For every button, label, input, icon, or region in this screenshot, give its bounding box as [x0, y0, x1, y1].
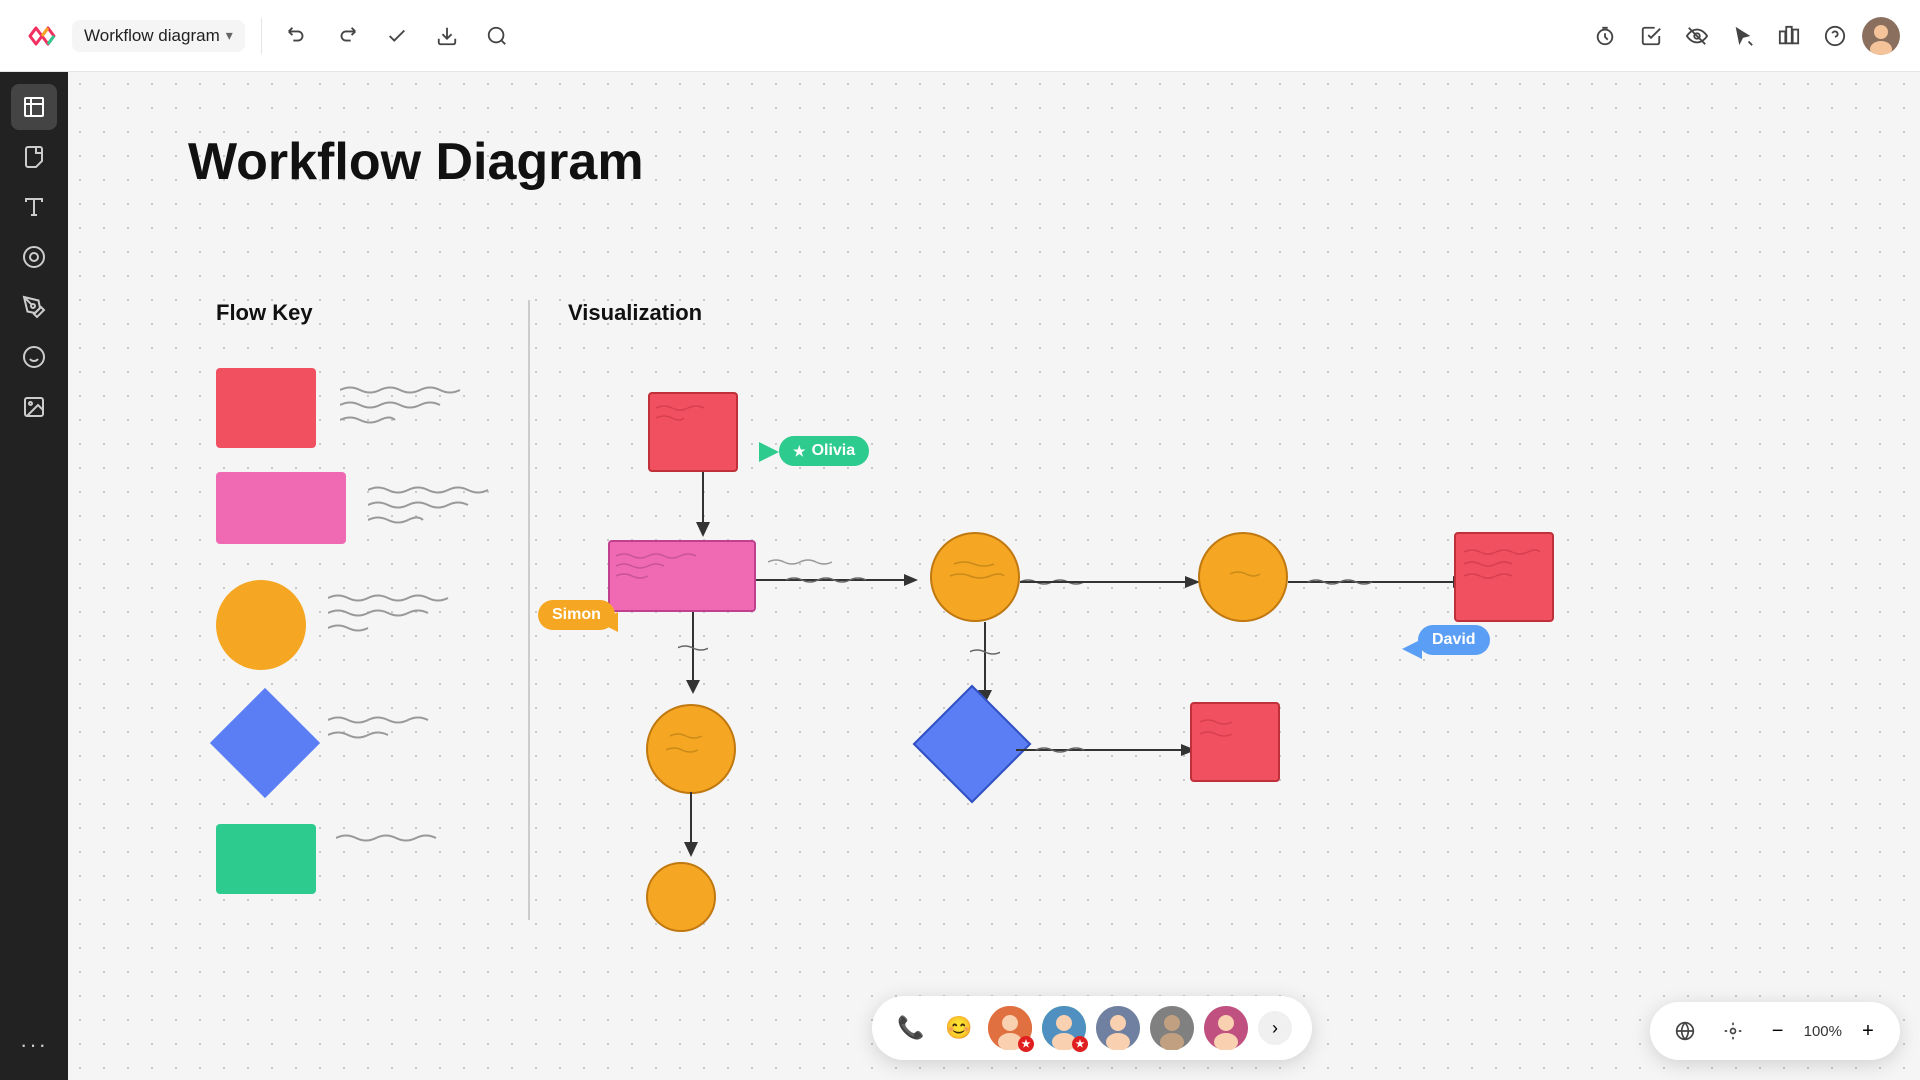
viz-node-6-circle-bottom[interactable]	[646, 704, 736, 794]
help-button[interactable]	[1816, 17, 1854, 55]
flow-key-heading: Flow Key	[216, 300, 313, 326]
sidebar-item-pen[interactable]	[11, 284, 57, 330]
user-avatar[interactable]	[1862, 17, 1900, 55]
toolbar-divider	[261, 18, 262, 54]
sidebar: ···	[0, 72, 68, 1080]
arrow-down-2	[678, 612, 708, 702]
viz-node-1-red[interactable]	[648, 392, 738, 472]
avatar-2-badge: ★	[1072, 1036, 1088, 1052]
david-cursor-label: David	[1418, 625, 1490, 655]
view-button[interactable]	[1678, 17, 1716, 55]
flow-key-diamond-squiggle	[328, 710, 488, 750]
viz-node-9-bottom-circle[interactable]	[646, 862, 716, 932]
undo-button[interactable]	[278, 17, 316, 55]
sidebar-item-more[interactable]: ···	[11, 1022, 57, 1068]
simon-cursor-label: Simon	[538, 600, 615, 630]
location-button[interactable]	[1714, 1012, 1752, 1050]
visualization-heading: Visualization	[568, 300, 702, 326]
arrow-right-1	[756, 570, 936, 590]
arrow-right-4	[1016, 740, 1216, 760]
canvas: Workflow Diagram Flow Key Visualization	[68, 72, 1920, 1080]
download-button[interactable]	[428, 17, 466, 55]
save-button[interactable]	[378, 17, 416, 55]
toolbar-right	[1586, 17, 1900, 55]
david-name: David	[1432, 631, 1476, 649]
timer-button[interactable]	[1586, 17, 1624, 55]
avatar-1-badge: ★	[1018, 1036, 1034, 1052]
diagram-title: Workflow diagram	[84, 26, 220, 46]
arrow-down-4	[676, 792, 706, 862]
zoom-in-button[interactable]: +	[1852, 1015, 1884, 1047]
avatar-3[interactable]	[1096, 1006, 1140, 1050]
zoom-level: 100%	[1804, 1023, 1842, 1040]
viz-node-4-circle2[interactable]	[1198, 532, 1288, 622]
show-more-button[interactable]: ›	[1258, 1011, 1292, 1045]
section-divider	[528, 300, 530, 920]
grid-button[interactable]	[1666, 1012, 1704, 1050]
flow-key-red-squiggle	[340, 380, 500, 430]
viz-node-3-circle1[interactable]	[930, 532, 1020, 622]
olivia-cursor-label: ★ Olivia	[779, 436, 869, 466]
search-button[interactable]	[478, 17, 516, 55]
check-button[interactable]	[1632, 17, 1670, 55]
sidebar-item-stickers[interactable]	[11, 334, 57, 380]
chevron-down-icon: ▾	[226, 27, 233, 44]
app-logo[interactable]	[20, 16, 60, 56]
flow-key-green-rect	[216, 824, 316, 894]
apps-button[interactable]	[1770, 17, 1808, 55]
simon-name: Simon	[552, 606, 601, 624]
cursor-button[interactable]	[1724, 17, 1762, 55]
title-group[interactable]: Workflow diagram ▾	[72, 20, 245, 52]
viz-node-7-diamond[interactable]	[913, 685, 1032, 804]
olivia-name: Olivia	[812, 442, 856, 460]
avatar-2[interactable]: ★	[1042, 1006, 1086, 1050]
flow-key-green-squiggle	[336, 828, 496, 878]
emoji-button[interactable]: 😊	[940, 1009, 978, 1047]
flow-key-red-rect	[216, 368, 316, 448]
toolbar: Workflow diagram ▾	[0, 0, 1920, 72]
flow-key-circle-squiggle	[328, 588, 488, 638]
arrow-label-1	[768, 554, 868, 569]
phone-button[interactable]: 📞	[892, 1009, 930, 1047]
page-title: Workflow Diagram	[188, 132, 644, 192]
avatar-1[interactable]: ★	[988, 1006, 1032, 1050]
zoom-out-button[interactable]: −	[1762, 1015, 1794, 1047]
viz-node-8-red-bottom[interactable]	[1190, 702, 1280, 782]
flow-key-blue-diamond	[210, 688, 320, 798]
flow-key-pink-rect	[216, 472, 346, 544]
sidebar-item-frames[interactable]	[11, 84, 57, 130]
avatar-4[interactable]	[1150, 1006, 1194, 1050]
sidebar-item-text[interactable]	[11, 184, 57, 230]
arrow-right-2	[1020, 572, 1220, 592]
sidebar-item-image[interactable]	[11, 384, 57, 430]
flow-key-orange-circle	[216, 580, 306, 670]
redo-button[interactable]	[328, 17, 366, 55]
flow-key-pink-squiggle	[368, 480, 528, 530]
bottom-bar: 📞 😊 ★ ★ ›	[872, 996, 1312, 1060]
viz-node-5-red-right[interactable]	[1454, 532, 1554, 622]
bottom-right-controls: − 100% +	[1650, 1002, 1900, 1060]
viz-node-2-pink[interactable]	[608, 540, 756, 612]
sidebar-item-shapes[interactable]	[11, 234, 57, 280]
sidebar-item-sticky[interactable]	[11, 134, 57, 180]
arrow-down-1	[688, 472, 718, 542]
avatar-5[interactable]	[1204, 1006, 1248, 1050]
